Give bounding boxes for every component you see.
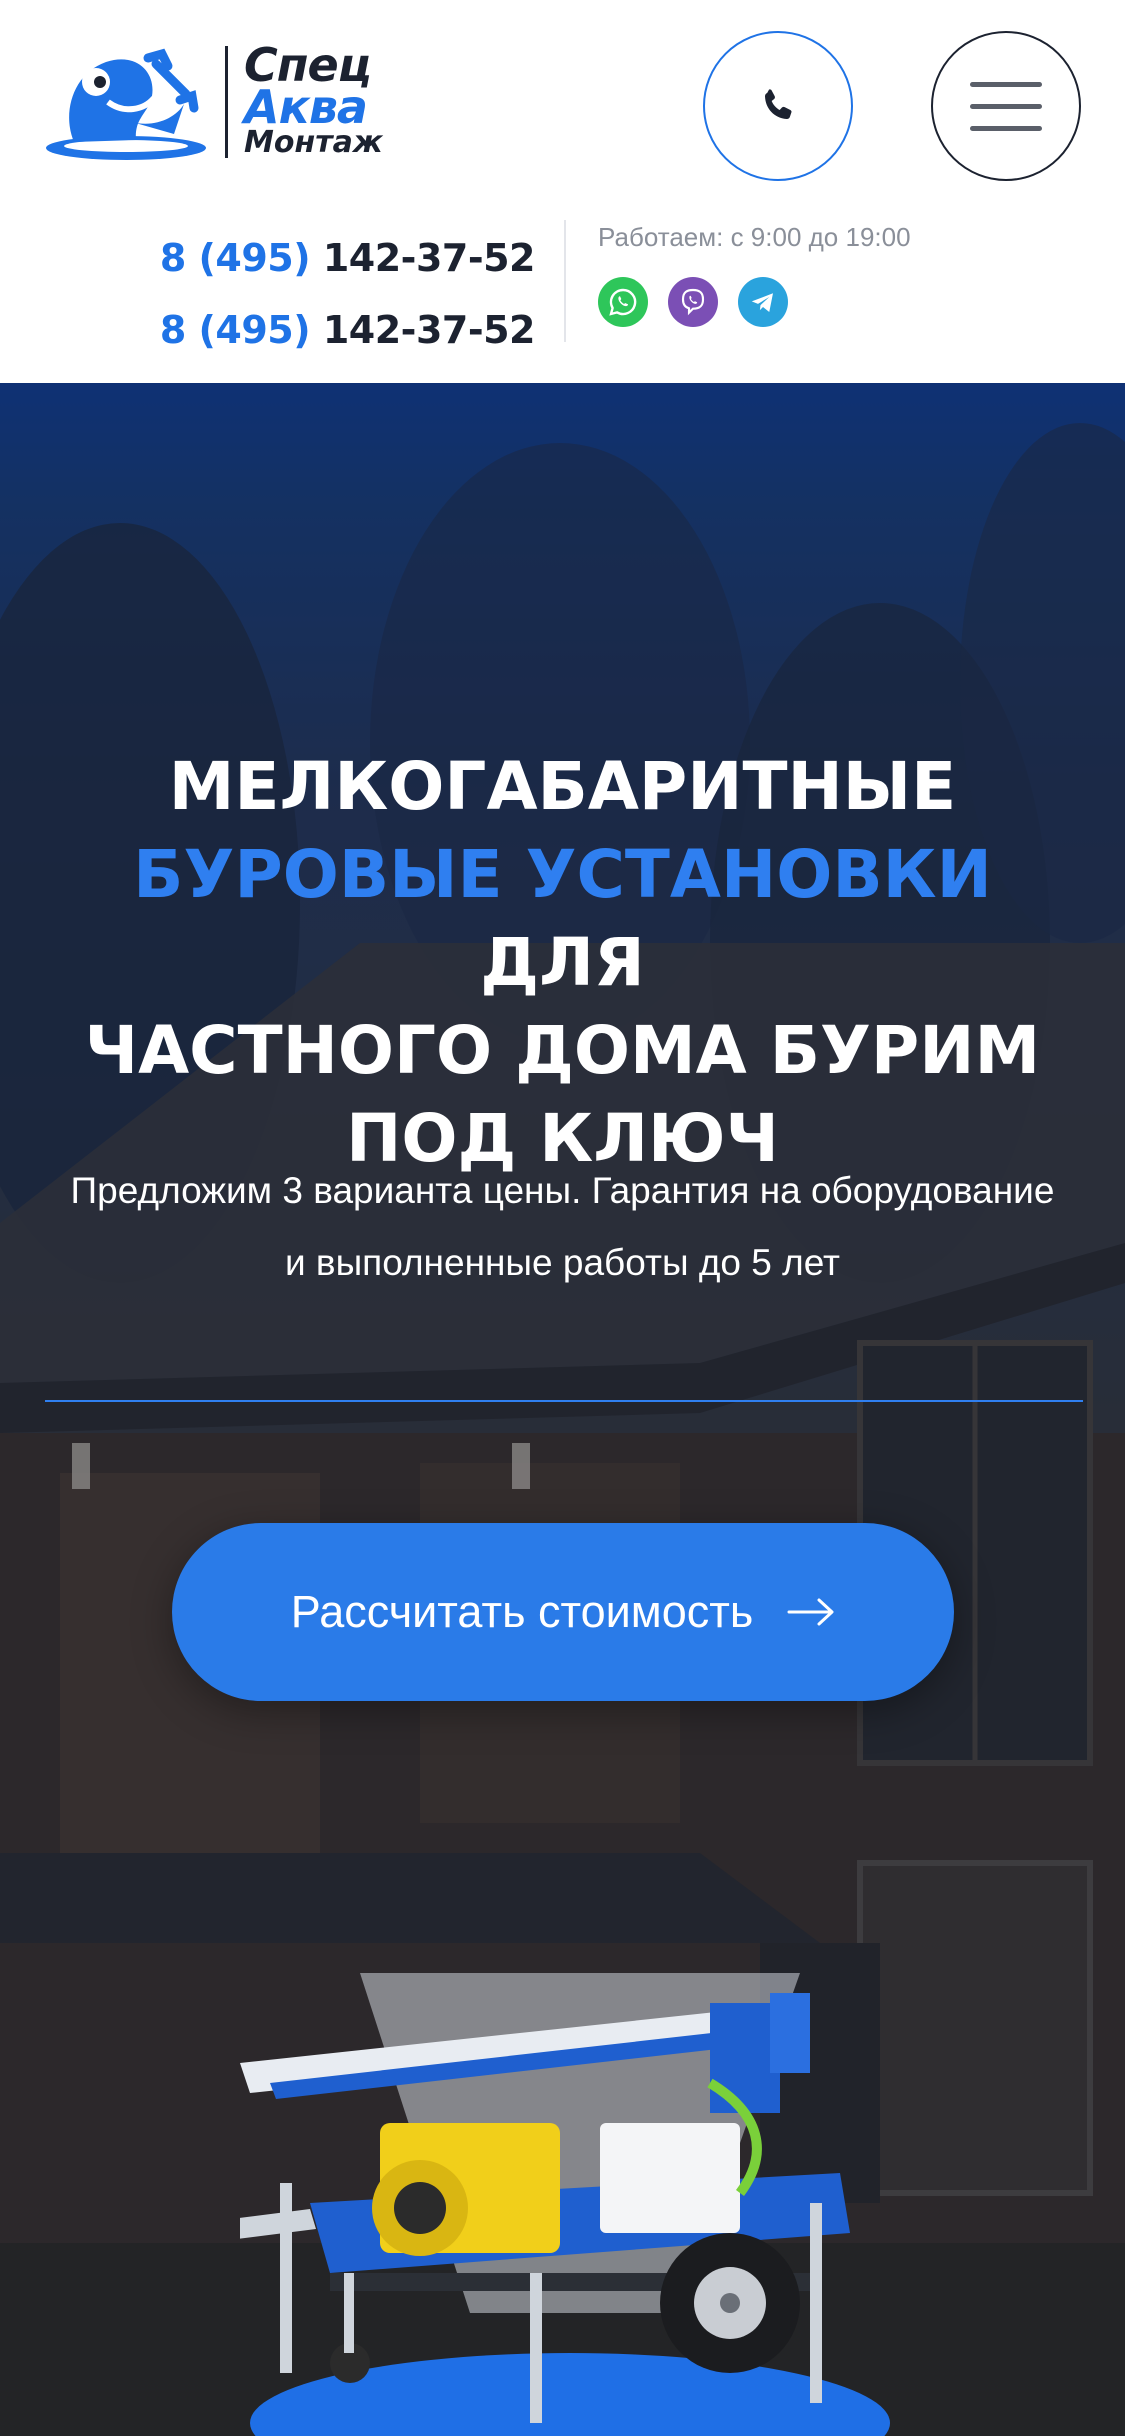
hero-subtitle: Предложим 3 варианта цены. Гарантия на о… (70, 1170, 1055, 1283)
title-line-3: ЧАСТНОГО ДОМА БУРИМ (84, 1012, 1041, 1089)
telegram-button[interactable] (738, 277, 788, 327)
hamburger-line (970, 81, 1042, 87)
hamburger-line (970, 125, 1042, 131)
calculate-cost-button[interactable]: Рассчитать стоимость (172, 1523, 954, 1701)
logo-divider (225, 46, 228, 158)
hero-section: МЕЛКОГАБАРИТНЫЕ БУРОВЫЕ УСТАНОВКИ ДЛЯ ЧА… (0, 383, 1125, 2436)
working-hours: Работаем: с 9:00 до 19:00 (598, 222, 911, 252)
viber-button[interactable] (668, 277, 718, 327)
phone-number: 142-37-52 (322, 236, 536, 280)
title-accent: БУРОВЫЕ УСТАНОВКИ (133, 836, 992, 913)
contact-divider (564, 220, 566, 342)
hero-divider (45, 1400, 1083, 1402)
seal-logo-icon (46, 48, 206, 160)
logo-wordmark: Спец Аква Монтаж (244, 42, 383, 158)
site-header: Спец Аква Монтаж 8 (495) 142-37-52 8 (49… (0, 0, 1125, 383)
phone-link-1[interactable]: 8 (495) 142-37-52 (159, 222, 536, 294)
menu-button[interactable] (931, 31, 1081, 181)
phone-icon (765, 89, 792, 120)
telegram-icon (751, 293, 773, 312)
logo-line-3: Монтаж (244, 125, 383, 160)
call-button[interactable] (703, 31, 853, 181)
phone-number: 142-37-52 (322, 308, 536, 352)
viber-icon (681, 288, 705, 316)
title-line-1: МЕЛКОГАБАРИТНЫЕ (168, 748, 957, 825)
messenger-links (598, 277, 788, 327)
arrow-right-icon (787, 1598, 834, 1626)
logo[interactable]: Спец Аква Монтаж (44, 42, 444, 164)
phone-list: 8 (495) 142-37-52 8 (495) 142-37-52 (159, 222, 536, 366)
whatsapp-button[interactable] (598, 277, 648, 327)
drilling-rig-image (240, 1973, 890, 2436)
hero-title: МЕЛКОГАБАРИТНЫЕ БУРОВЫЕ УСТАНОВКИ ДЛЯ ЧА… (40, 743, 1085, 1183)
title-after-accent: ДЛЯ (480, 924, 645, 1001)
phone-code: 8 (495) (159, 308, 311, 352)
hamburger-line (970, 103, 1042, 109)
phone-code: 8 (495) (159, 236, 311, 280)
whatsapp-icon (609, 288, 637, 316)
cta-label: Рассчитать стоимость (290, 1586, 754, 1637)
logo-line-2: Аква (244, 80, 368, 134)
phone-link-2[interactable]: 8 (495) 142-37-52 (159, 294, 536, 366)
